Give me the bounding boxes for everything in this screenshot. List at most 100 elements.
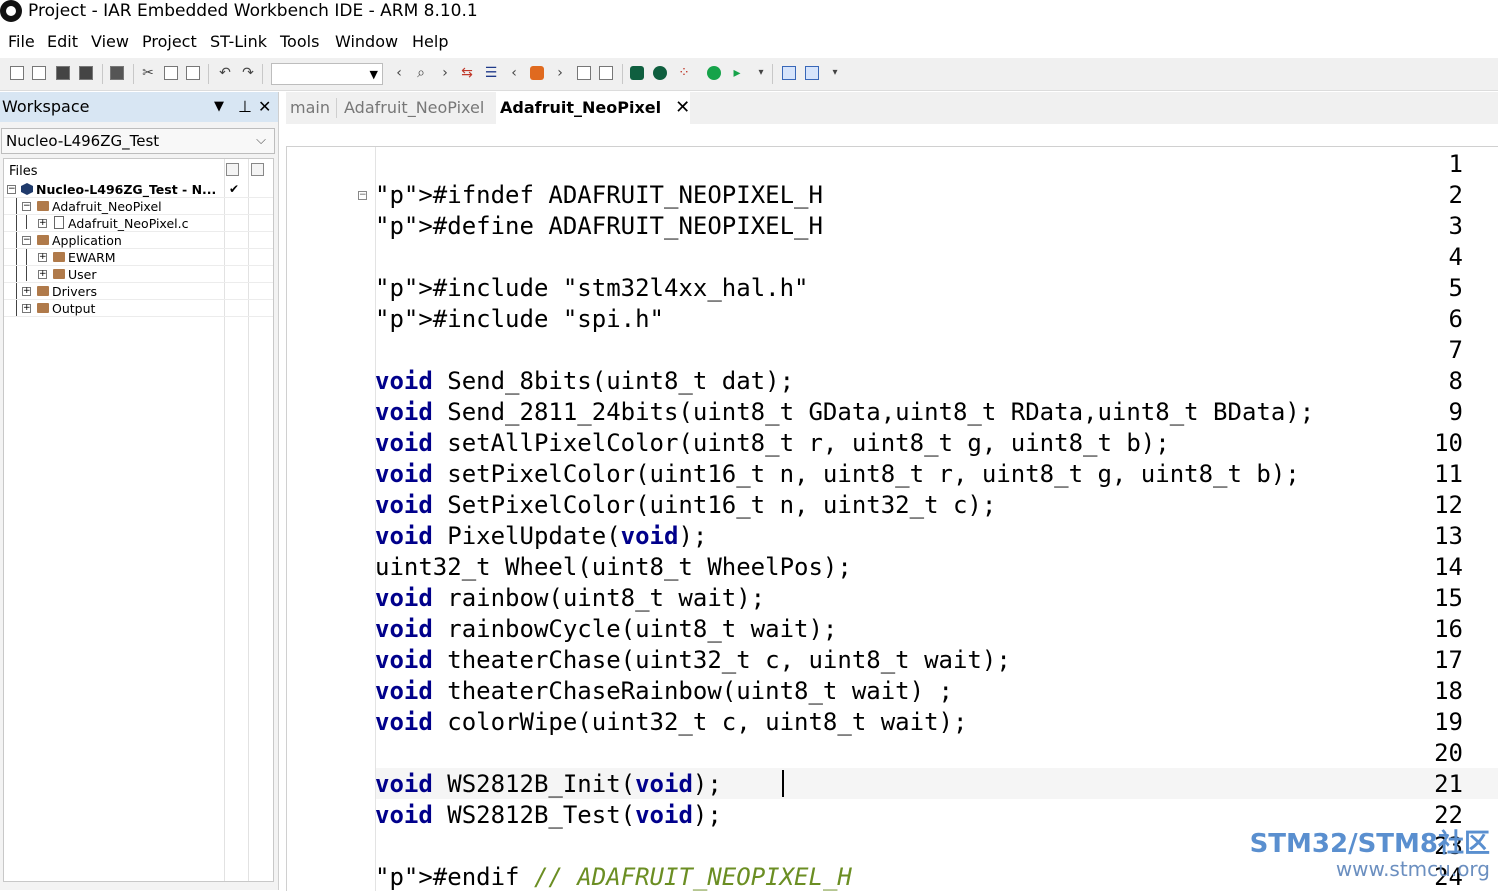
tree-row-project[interactable]: − Nucleo-L496ZG_Test - N... ✔ [4,181,273,198]
line-number-gutter [287,147,376,891]
build-status-icon[interactable] [251,163,264,176]
toolbar-overflow-2-icon[interactable]: ▾ [828,66,842,80]
debug-without-download-icon[interactable]: ▸ [730,66,744,80]
close-tab-icon[interactable]: ✕ [675,97,690,118]
expand-icon[interactable]: + [38,253,47,262]
download-debug-icon[interactable] [653,66,667,80]
find-combo[interactable]: ▼ [271,63,383,85]
expand-icon[interactable]: + [38,219,47,228]
redo-icon[interactable]: ↷ [241,66,255,80]
code-line[interactable]: "p">#include "stm32l4xx_hal.h" [375,273,809,304]
layout-icon[interactable] [782,66,796,80]
tree-row-group[interactable]: + Drivers [4,283,273,300]
code-editor[interactable]: − 1 2 "p">#ifndef ADAFRUIT_NEOPIXEL_H 3 "p">… [286,146,1498,891]
tab-main[interactable]: main [286,92,334,124]
tree-row-group[interactable]: − Application [4,232,273,249]
save-all-icon[interactable] [79,66,93,80]
code-line[interactable]: uint32_t Wheel(uint8_t WheelPos); [375,552,852,583]
toggle-header-source-icon[interactable]: ⇆ [460,66,474,80]
folder-icon [53,252,65,262]
code-line[interactable]: void rainbowCycle(uint8_t wait); [375,614,837,645]
expand-icon[interactable]: + [38,270,47,279]
list-icon[interactable]: ☰ [484,66,498,80]
code-line[interactable]: "p">#ifndef ADAFRUIT_NEOPIXEL_H [375,180,823,211]
code-line[interactable]: void PixelUpdate(void); [375,521,707,552]
options-icon[interactable] [226,163,239,176]
code-line[interactable]: void setPixelColor(uint16_t n, uint8_t r… [375,459,1300,490]
configuration-select[interactable]: Nucleo-L496ZG_Test ⌵ [1,128,275,154]
code-line[interactable]: void WS2812B_Init(void); [375,769,722,800]
tab-separator [336,98,337,118]
paste-icon[interactable] [186,66,200,80]
menu-tools[interactable]: Tools [278,32,321,52]
menu-help[interactable]: Help [410,32,450,52]
menu-file[interactable]: File [6,32,37,52]
bookmark-icon[interactable] [530,66,544,80]
code-line[interactable]: void WS2812B_Test(void); [375,800,722,831]
tab-adafruit-neopixel-h[interactable]: Adafruit_NeoPixel ✕ [496,92,690,124]
copy-icon[interactable] [164,66,178,80]
app-icon [0,0,22,22]
code-line[interactable]: void theaterChaseRainbow(uint8_t wait) ; [375,676,953,707]
toolbar-separator [262,64,263,84]
collapse-icon[interactable]: − [7,185,16,194]
code-line[interactable]: void Send_2811_24bits(uint8_t GData,uint… [375,397,1314,428]
prev-bookmark-icon[interactable]: ‹ [507,66,521,80]
navigate-back-icon[interactable]: ‹ [392,66,406,80]
print-icon[interactable] [110,66,124,80]
tree-label: Adafruit_NeoPixel [52,199,162,214]
tree-row-group[interactable]: + Output [4,300,273,317]
breakpoint-icon[interactable]: ⁘ [677,66,691,80]
pin-icon[interactable]: ⊥ [238,97,252,117]
debug-run-icon[interactable] [707,66,721,80]
navigate-forward-icon[interactable]: › [438,66,452,80]
download-icon[interactable] [630,66,644,80]
new-file-icon[interactable] [32,66,46,80]
collapse-icon[interactable]: − [22,202,31,211]
code-line[interactable]: void Send_8bits(uint8_t dat); [375,366,794,397]
tab-adafruit-neopixel-c[interactable]: Adafruit_NeoPixel [340,92,488,124]
toolbar-separator [133,64,134,84]
close-icon[interactable]: ✕ [258,97,271,117]
code-line[interactable]: void setAllPixelColor(uint8_t r, uint8_t… [375,428,1170,459]
make-icon[interactable] [599,66,613,80]
tree-row-group[interactable]: + EWARM [4,249,273,266]
menu-st-link[interactable]: ST-Link [208,32,269,52]
code-line[interactable]: "p">#define ADAFRUIT_NEOPIXEL_H [375,211,823,242]
new-workspace-icon[interactable] [10,66,24,80]
toolbar-separator [772,64,773,84]
tree-row-group[interactable]: − Adafruit_NeoPixel [4,198,273,215]
menu-edit[interactable]: Edit [45,32,80,52]
chevron-down-icon[interactable]: ▼ [370,68,378,81]
dropdown-icon[interactable]: ▼ [214,97,224,117]
toolbar-overflow-icon[interactable]: ▾ [754,66,768,80]
menu-view[interactable]: View [89,32,131,52]
compile-icon[interactable] [577,66,591,80]
undo-icon[interactable]: ↶ [218,66,232,80]
code-line[interactable]: "p">#include "spi.h" [375,304,664,335]
line-number: 11 [1434,460,1463,488]
project-icon [21,183,33,195]
tree-row-group[interactable]: + User [4,266,273,283]
code-line[interactable]: void SetPixelColor(uint16_t n, uint32_t … [375,490,996,521]
save-icon[interactable] [56,66,70,80]
cut-icon[interactable]: ✂ [141,66,155,80]
line-number: 13 [1434,522,1463,550]
fold-icon[interactable]: − [358,191,367,200]
expand-icon[interactable]: + [22,287,31,296]
collapse-icon[interactable]: − [22,236,31,245]
layout-green-icon[interactable] [805,66,819,80]
code-line[interactable]: void rainbow(uint8_t wait); [375,583,765,614]
code-line[interactable]: void theaterChase(uint32_t c, uint8_t wa… [375,645,1011,676]
chevron-down-icon[interactable]: ⌵ [256,129,266,153]
menu-window[interactable]: Window [333,32,400,52]
code-line[interactable]: void colorWipe(uint32_t c, uint8_t wait)… [375,707,967,738]
tree-label: Application [52,233,122,248]
tree-row-file[interactable]: + Adafruit_NeoPixel.c [4,215,273,232]
watermark-url: www.stmcu.org [1335,857,1490,881]
code-line[interactable]: "p">#endif // ADAFRUIT_NEOPIXEL_H [375,862,852,893]
next-bookmark-icon[interactable]: › [553,66,567,80]
menu-project[interactable]: Project [140,32,199,52]
find-icon[interactable]: ⌕ [414,66,428,80]
expand-icon[interactable]: + [22,304,31,313]
